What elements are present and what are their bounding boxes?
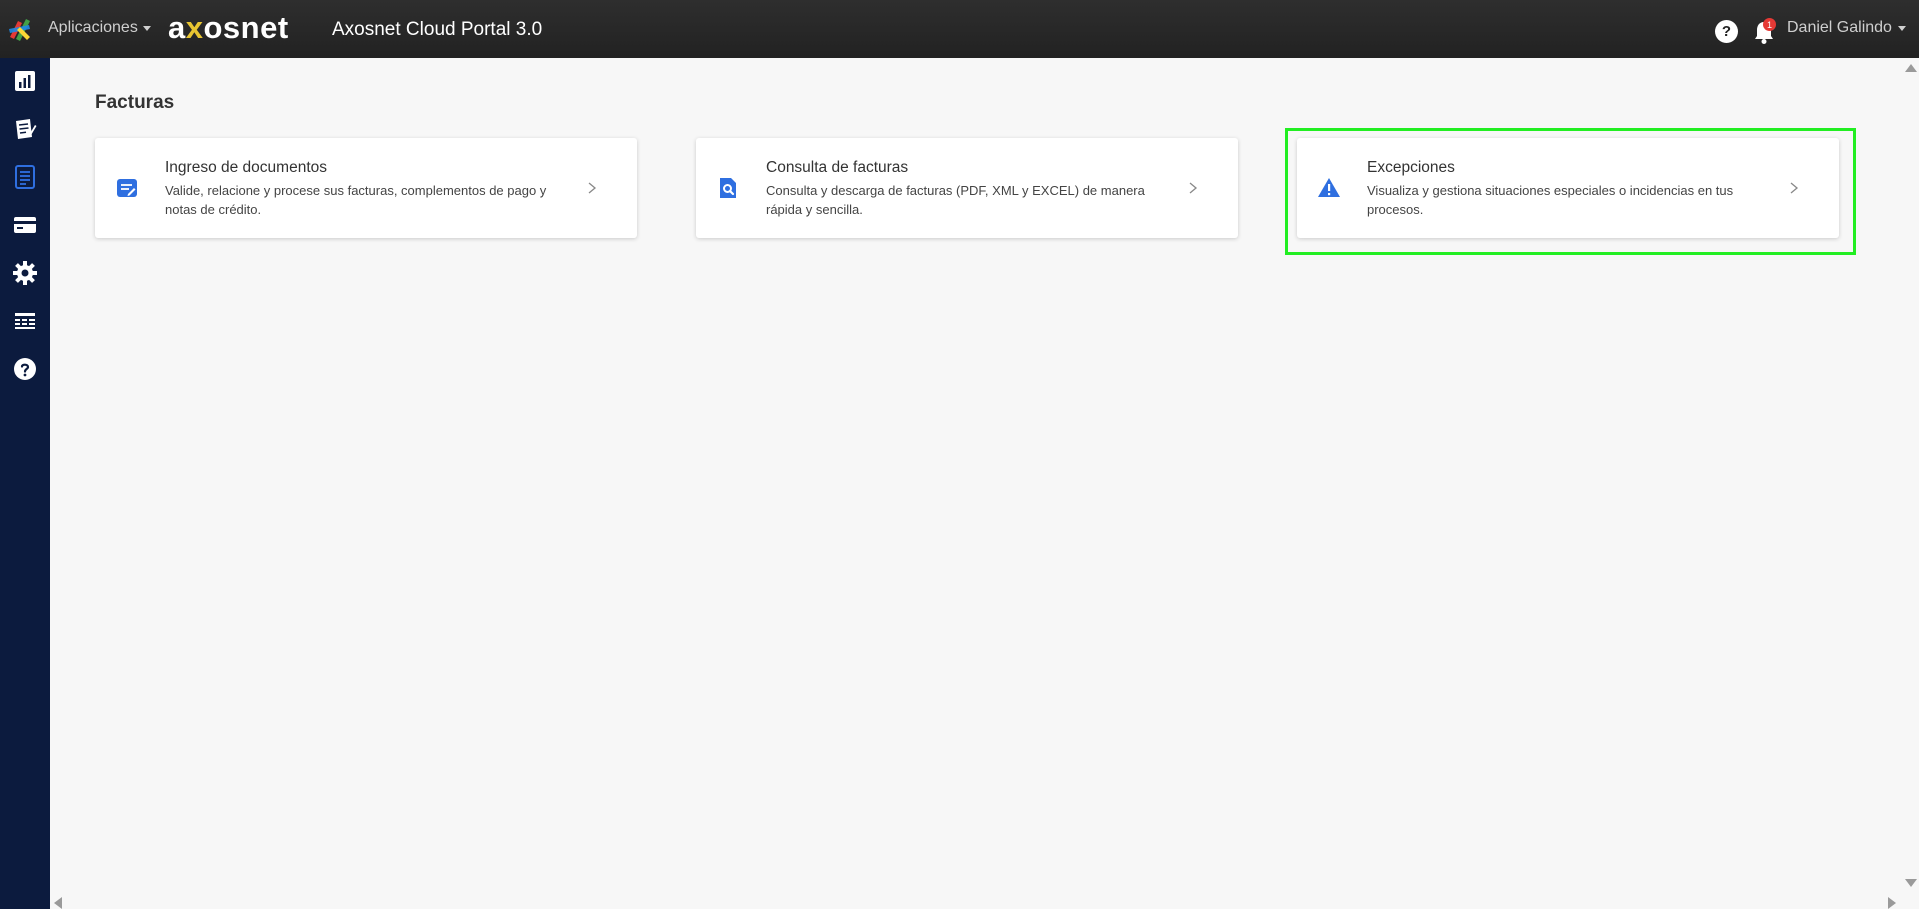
- brand-logo[interactable]: a x osnet: [168, 10, 289, 46]
- apps-menu-dropdown[interactable]: Aplicaciones: [48, 19, 151, 37]
- sidebar-item-invoices[interactable]: [0, 157, 50, 197]
- portal-title: Axosnet Cloud Portal 3.0: [332, 19, 543, 40]
- sidebar: [0, 58, 50, 909]
- card-ingreso-documentos[interactable]: Ingreso de documentos Valide, relacione …: [95, 138, 637, 238]
- chevron-down-icon: [142, 25, 151, 31]
- credit-card-icon: [14, 217, 36, 233]
- card-description: Consulta y descarga de facturas (PDF, XM…: [766, 183, 1145, 217]
- document-search-icon: [720, 178, 736, 198]
- card-description: Visualiza y gestiona situaciones especia…: [1367, 183, 1734, 217]
- gear-icon: [13, 261, 37, 285]
- scroll-left-arrow[interactable]: [54, 897, 62, 909]
- chevron-right-icon: [1790, 182, 1799, 194]
- notification-badge: 1: [1763, 18, 1776, 31]
- bar-chart-icon: [15, 71, 35, 91]
- card-description: Valide, relacione y procese sus facturas…: [165, 183, 547, 217]
- sidebar-item-payments[interactable]: [0, 205, 50, 245]
- sidebar-item-documents[interactable]: [0, 109, 50, 149]
- scroll-up-arrow[interactable]: [1905, 64, 1917, 72]
- apps-logo-icon[interactable]: [6, 15, 34, 43]
- card-title: Excepciones: [1367, 159, 1455, 176]
- card-title: Ingreso de documentos: [165, 159, 327, 176]
- user-menu-dropdown[interactable]: Daniel Galindo: [1787, 19, 1906, 37]
- scroll-right-arrow[interactable]: [1888, 897, 1896, 909]
- sidebar-item-help[interactable]: [0, 349, 50, 389]
- apps-menu-label: Aplicaciones: [48, 19, 138, 36]
- warning-icon: [1318, 178, 1340, 197]
- document-edit-icon: [117, 179, 137, 197]
- invoice-list-icon: [15, 165, 35, 189]
- page-title: Facturas: [95, 92, 175, 113]
- chevron-down-icon: [1897, 25, 1906, 31]
- card-title: Consulta de facturas: [766, 159, 909, 176]
- card-excepciones[interactable]: Excepciones Visualiza y gestiona situaci…: [1297, 138, 1839, 238]
- sidebar-item-tables[interactable]: [0, 301, 50, 341]
- help-button[interactable]: ?: [1715, 20, 1738, 43]
- document-edit-icon: [16, 119, 37, 139]
- card-consulta-facturas[interactable]: Consulta de facturas Consulta y descarga…: [696, 138, 1238, 238]
- question-circle-icon: [14, 358, 36, 380]
- user-name: Daniel Galindo: [1787, 19, 1892, 36]
- sidebar-item-dashboard[interactable]: [0, 61, 50, 101]
- sidebar-item-settings[interactable]: [0, 253, 50, 293]
- chevron-right-icon: [1189, 182, 1198, 194]
- top-bar: Aplicaciones a x osnet Axosnet Cloud Porta…: [0, 0, 1919, 58]
- scroll-down-arrow[interactable]: [1905, 879, 1917, 887]
- table-icon: [15, 313, 35, 329]
- question-icon: ?: [1721, 23, 1732, 40]
- chevron-right-icon: [588, 182, 597, 194]
